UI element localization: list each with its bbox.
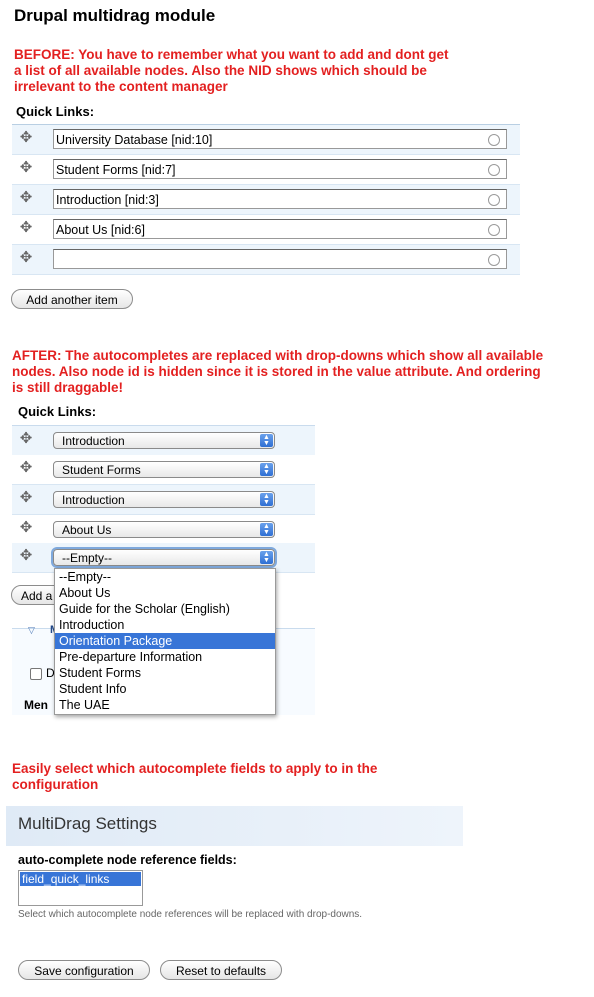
node-select[interactable]: Introduction ▲ ▼ (53, 491, 275, 508)
select-arrows-icon: ▲ ▼ (260, 523, 273, 536)
autocomplete-input[interactable]: Student Forms [nid:7] (53, 159, 507, 179)
quick-links-label: Quick Links: (16, 104, 95, 119)
after-annotation: AFTER: The autocompletes are replaced wi… (12, 348, 543, 396)
node-select[interactable]: Student Forms ▲ ▼ (53, 461, 275, 478)
settings-header: MultiDrag Settings (6, 806, 463, 846)
drag-handle-icon[interactable]: ✥ (18, 431, 34, 447)
field-description: Select which autocomplete node reference… (18, 909, 363, 920)
dropdown-option-highlighted[interactable]: Orientation Package (55, 633, 275, 649)
table-row: ✥ (12, 245, 520, 275)
input-value: Student Forms [nid:7] (56, 163, 176, 177)
autocomplete-throbber-icon (488, 134, 500, 146)
autocomplete-throbber-icon (488, 164, 500, 176)
table-row: ✥ About Us [nid:6] (12, 215, 520, 245)
before-line: irrelevant to the content manager (14, 79, 228, 94)
save-configuration-button[interactable]: Save configuration (18, 960, 150, 980)
table-row: ✥ Introduction [nid:3] (12, 185, 520, 215)
config-line: Easily select which autocomplete fields … (12, 761, 378, 776)
dropdown-option[interactable]: Student Info (55, 681, 275, 697)
input-value: Introduction [nid:3] (56, 193, 159, 207)
select-arrows-icon: ▲ ▼ (260, 551, 273, 564)
node-dropdown-list: --Empty-- About Us Guide for the Scholar… (54, 568, 276, 715)
dropdown-option[interactable]: Introduction (55, 617, 275, 633)
menu-label-partial: Men (24, 698, 48, 712)
listbox-option-selected[interactable]: field_quick_links (20, 872, 141, 886)
select-value: About Us (62, 523, 112, 537)
dropdown-option[interactable]: The UAE (55, 697, 275, 713)
after-line: is still draggable! (12, 380, 124, 395)
node-select-open[interactable]: --Empty-- ▲ ▼ (53, 549, 275, 566)
select-value: Student Forms (62, 463, 141, 477)
before-line: a list of all available nodes. Also the … (14, 63, 427, 78)
drag-handle-icon[interactable]: ✥ (18, 130, 34, 146)
drag-handle-icon[interactable]: ✥ (18, 520, 34, 536)
drag-handle-icon[interactable]: ✥ (18, 250, 34, 266)
drag-handle-icon[interactable]: ✥ (18, 460, 34, 476)
drag-handle-icon[interactable]: ✥ (18, 490, 34, 506)
add-another-item-button[interactable]: Add another item (11, 289, 133, 309)
page-title: Drupal multidrag module (14, 6, 216, 25)
before-annotation: BEFORE: You have to remember what you wa… (14, 47, 449, 95)
table-row: ✥ University Database [nid:10] (12, 125, 520, 155)
multidrag-settings-panel: MultiDrag Settings auto-complete node re… (6, 806, 463, 931)
table-row: ✥ Student Forms ▲ ▼ (12, 455, 315, 485)
collapse-triangle-icon[interactable]: ▽ (28, 625, 35, 636)
dropdown-option[interactable]: About Us (55, 585, 275, 601)
node-select[interactable]: Introduction ▲ ▼ (53, 432, 275, 449)
node-select[interactable]: About Us ▲ ▼ (53, 521, 275, 538)
autocomplete-input[interactable]: University Database [nid:10] (53, 129, 507, 149)
drag-handle-icon[interactable]: ✥ (18, 220, 34, 236)
table-row: ✥ Introduction ▲ ▼ (12, 425, 315, 456)
table-row: ✥ Student Forms [nid:7] (12, 155, 520, 185)
drag-handle-icon[interactable]: ✥ (18, 190, 34, 206)
input-value: University Database [nid:10] (56, 133, 213, 147)
table-row: ✥ About Us ▲ ▼ (12, 515, 315, 545)
config-line: configuration (12, 777, 99, 792)
select-value: Introduction (62, 434, 125, 448)
select-arrows-icon: ▲ ▼ (260, 434, 273, 447)
autocomplete-fields-listbox[interactable]: field_quick_links (18, 870, 143, 906)
input-value: About Us [nid:6] (56, 223, 145, 237)
autocomplete-throbber-icon (488, 254, 500, 266)
settings-title: MultiDrag Settings (18, 814, 157, 833)
quick-links-label: Quick Links: (18, 404, 97, 419)
drag-handle-icon[interactable]: ✥ (18, 548, 34, 564)
field-label: auto-complete node reference fields: (18, 853, 237, 867)
autocomplete-throbber-icon (488, 194, 500, 206)
autocomplete-throbber-icon (488, 224, 500, 236)
dropdown-option[interactable]: --Empty-- (55, 569, 275, 585)
autocomplete-input[interactable] (53, 249, 507, 269)
after-line: nodes. Also node id is hidden since it i… (12, 364, 541, 379)
dropdown-option[interactable]: Pre-departure Information (55, 649, 275, 665)
select-value: --Empty-- (62, 551, 112, 565)
dropdown-option[interactable]: Guide for the Scholar (English) (55, 601, 275, 617)
before-line: BEFORE: You have to remember what you wa… (14, 47, 449, 62)
autocomplete-input[interactable]: Introduction [nid:3] (53, 189, 507, 209)
dropdown-option[interactable]: Student Forms (55, 665, 275, 681)
select-value: Introduction (62, 493, 125, 507)
after-line: AFTER: The autocompletes are replaced wi… (12, 348, 544, 363)
menu-checkbox[interactable] (30, 668, 42, 680)
select-arrows-icon: ▲ ▼ (260, 493, 273, 506)
drag-handle-icon[interactable]: ✥ (18, 160, 34, 176)
config-annotation: Easily select which autocomplete fields … (12, 761, 377, 793)
table-row: ✥ Introduction ▲ ▼ (12, 485, 315, 515)
reset-to-defaults-button[interactable]: Reset to defaults (160, 960, 282, 980)
autocomplete-input[interactable]: About Us [nid:6] (53, 219, 507, 239)
select-arrows-icon: ▲ ▼ (260, 463, 273, 476)
